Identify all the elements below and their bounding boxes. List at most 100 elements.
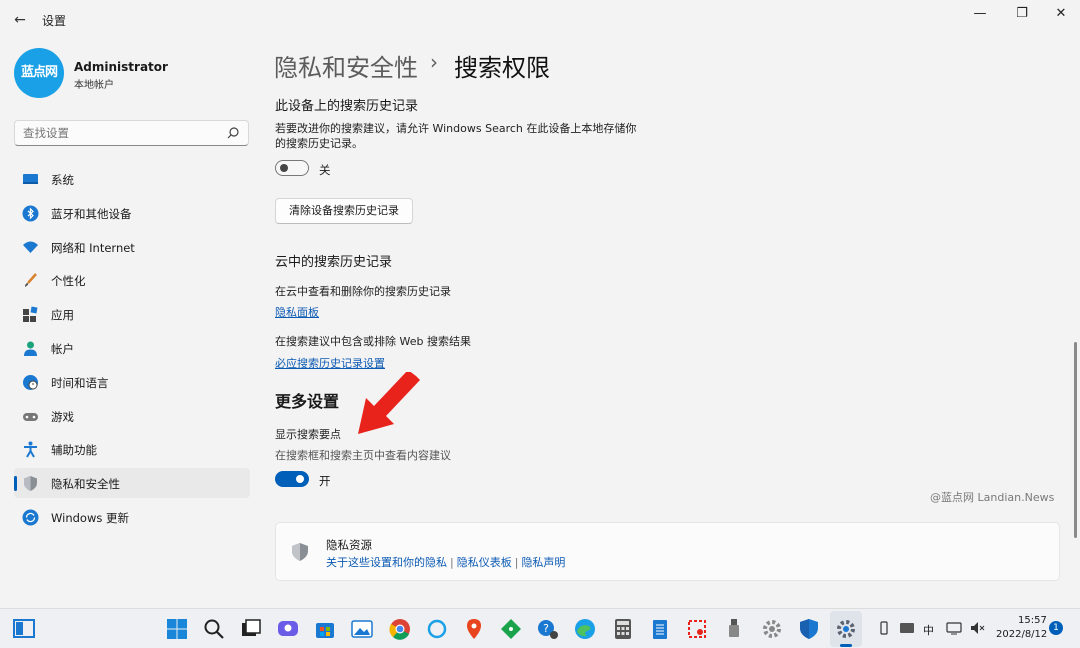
start-icon[interactable] [165,617,189,641]
page-title: 搜索权限 [454,54,550,82]
monitor-icon [23,174,38,184]
accessibility-icon [24,441,37,458]
minimize-button[interactable]: — [968,4,992,24]
search-highlights-toggle-label: 开 [319,474,331,488]
sidebar-item-system[interactable]: 系统 [14,164,250,194]
window-title: 设置 [42,14,67,28]
red-arrow-annotation [358,372,420,434]
privacy-dashboard-card-link[interactable]: 隐私仪表板 [457,556,512,569]
privacy-resources-title: 隐私资源 [326,538,372,552]
bing-history-settings-link[interactable]: 必应搜索历史记录设置 [275,355,385,371]
sidebar-nav: 系统 蓝牙和其他设备 网络和 Internet 个性化 应用 帐户 时间和语言 … [14,164,250,536]
search-highlights-title: 显示搜索要点 [275,428,341,441]
sidebar-item-label: 应用 [51,308,74,323]
person-icon [24,341,37,356]
sidebar-item-label: 辅助功能 [51,443,97,458]
usb-tray-icon[interactable] [876,620,892,636]
back-button[interactable]: ← [10,10,30,30]
sidebar-item-label: 游戏 [51,409,74,424]
sidebar-item-time-language[interactable]: 时间和语言 [14,367,250,397]
device-history-toggle[interactable] [275,160,309,176]
title-bar: ← 设置 — ❐ ✕ [0,0,1080,40]
volume-muted-icon[interactable] [969,620,985,636]
shield-icon [24,476,37,492]
cortana-icon[interactable] [425,617,449,641]
device-history-toggle-label: 关 [319,163,331,177]
sidebar-item-bluetooth[interactable]: 蓝牙和其他设备 [14,198,250,228]
sidebar-item-label: 系统 [51,173,74,187]
sidebar-item-label: Windows 更新 [51,510,129,525]
link-separator: | [450,556,454,569]
vm-tray-icon[interactable] [899,620,915,636]
snip-icon[interactable] [685,617,709,641]
search-icon[interactable] [202,617,226,641]
device-history-description-line2: 的搜索历史记录。 [275,137,363,150]
watermark: @蓝点网 Landian.News [930,491,1055,504]
sidebar-item-privacy-security[interactable]: 隐私和安全性 [14,468,250,499]
usb-icon[interactable] [722,617,746,641]
search-highlights-description: 在搜索框和搜索主页中查看内容建议 [275,449,451,462]
sidebar-item-accessibility[interactable]: 辅助功能 [14,434,250,464]
sidebar-item-accounts[interactable]: 帐户 [14,333,250,363]
chrome-icon[interactable] [388,617,412,641]
user-profile[interactable]: 蓝点网 Administrator 本地帐户 [14,48,254,100]
help-icon[interactable]: ? [536,617,560,641]
calculator-icon[interactable] [611,617,635,641]
device-history-heading: 此设备上的搜索历史记录 [275,99,419,114]
sidebar-item-network[interactable]: 网络和 Internet [14,232,250,262]
privacy-resources-card: 隐私资源 关于这些设置和你的隐私 | 隐私仪表板 | 隐私声明 [275,522,1060,581]
search-icon[interactable] [226,126,240,140]
active-app-indicator [840,644,852,647]
store-icon[interactable] [313,617,337,641]
apps-icon [23,306,38,323]
cloud-history-heading: 云中的搜索历史记录 [275,255,393,270]
taskbar: ? 中 15:57 2022/8/12 1 [0,608,1080,648]
maximize-button[interactable]: ❐ [1010,4,1034,24]
sidebar-item-windows-update[interactable]: Windows 更新 [14,502,250,532]
maps-icon[interactable] [462,617,486,641]
settings-active-icon[interactable] [834,617,858,641]
about-settings-privacy-link[interactable]: 关于这些设置和你的隐私 [326,556,447,569]
gamepad-icon [23,412,38,421]
notepad-icon[interactable] [648,617,672,641]
settings-gear-icon[interactable] [760,617,784,641]
sidebar-item-apps[interactable]: 应用 [14,299,250,329]
notification-badge[interactable]: 1 [1049,621,1063,635]
breadcrumb-separator: › [430,50,438,74]
sidebar-item-gaming[interactable]: 游戏 [14,401,250,431]
privacy-resources-links: 关于这些设置和你的隐私 | 隐私仪表板 | 隐私声明 [326,554,565,570]
sidebar-item-label: 帐户 [51,341,74,356]
wifi-icon [23,241,38,253]
ime-indicator[interactable]: 中 [923,622,934,638]
sidebar-item-label: 时间和语言 [51,375,109,390]
sidebar-item-label: 网络和 Internet [51,240,135,255]
widgets-icon[interactable] [12,617,36,641]
git-icon[interactable] [499,617,523,641]
privacy-statement-link[interactable]: 隐私声明 [521,556,565,569]
photos-icon[interactable] [350,617,374,641]
search-highlights-toggle[interactable] [275,471,309,487]
settings-search-box[interactable] [14,120,249,146]
toggle-knob [296,475,304,483]
shield-icon [292,543,308,561]
cloud-history-web-text: 在搜索建议中包含或排除 Web 搜索结果 [275,335,471,348]
edge-icon[interactable] [573,617,597,641]
profile-name: Administrator [74,60,168,74]
close-button[interactable]: ✕ [1049,4,1073,24]
clear-device-history-button[interactable]: 清除设备搜索历史记录 [275,198,413,224]
privacy-dashboard-link[interactable]: 隐私面板 [275,304,319,320]
chat-icon[interactable] [276,617,300,641]
defender-icon[interactable] [797,617,821,641]
scrollbar-thumb[interactable] [1074,342,1077,538]
clock-time[interactable]: 15:57 [1018,615,1047,626]
more-settings-heading: 更多设置 [275,392,340,411]
sidebar-item-personalization[interactable]: 个性化 [14,265,250,295]
device-history-description-line1: 若要改进你的搜索建议，请允许 Windows Search 在此设备上本地存储你 [275,122,637,135]
breadcrumb-parent[interactable]: 隐私和安全性 [274,48,418,83]
update-icon [22,509,39,526]
network-icon[interactable] [946,620,962,636]
cloud-history-view-text: 在云中查看和删除你的搜索历史记录 [275,285,451,298]
task-view-icon[interactable] [239,617,263,641]
search-input[interactable] [15,121,215,145]
clock-date[interactable]: 2022/8/12 [996,629,1047,640]
